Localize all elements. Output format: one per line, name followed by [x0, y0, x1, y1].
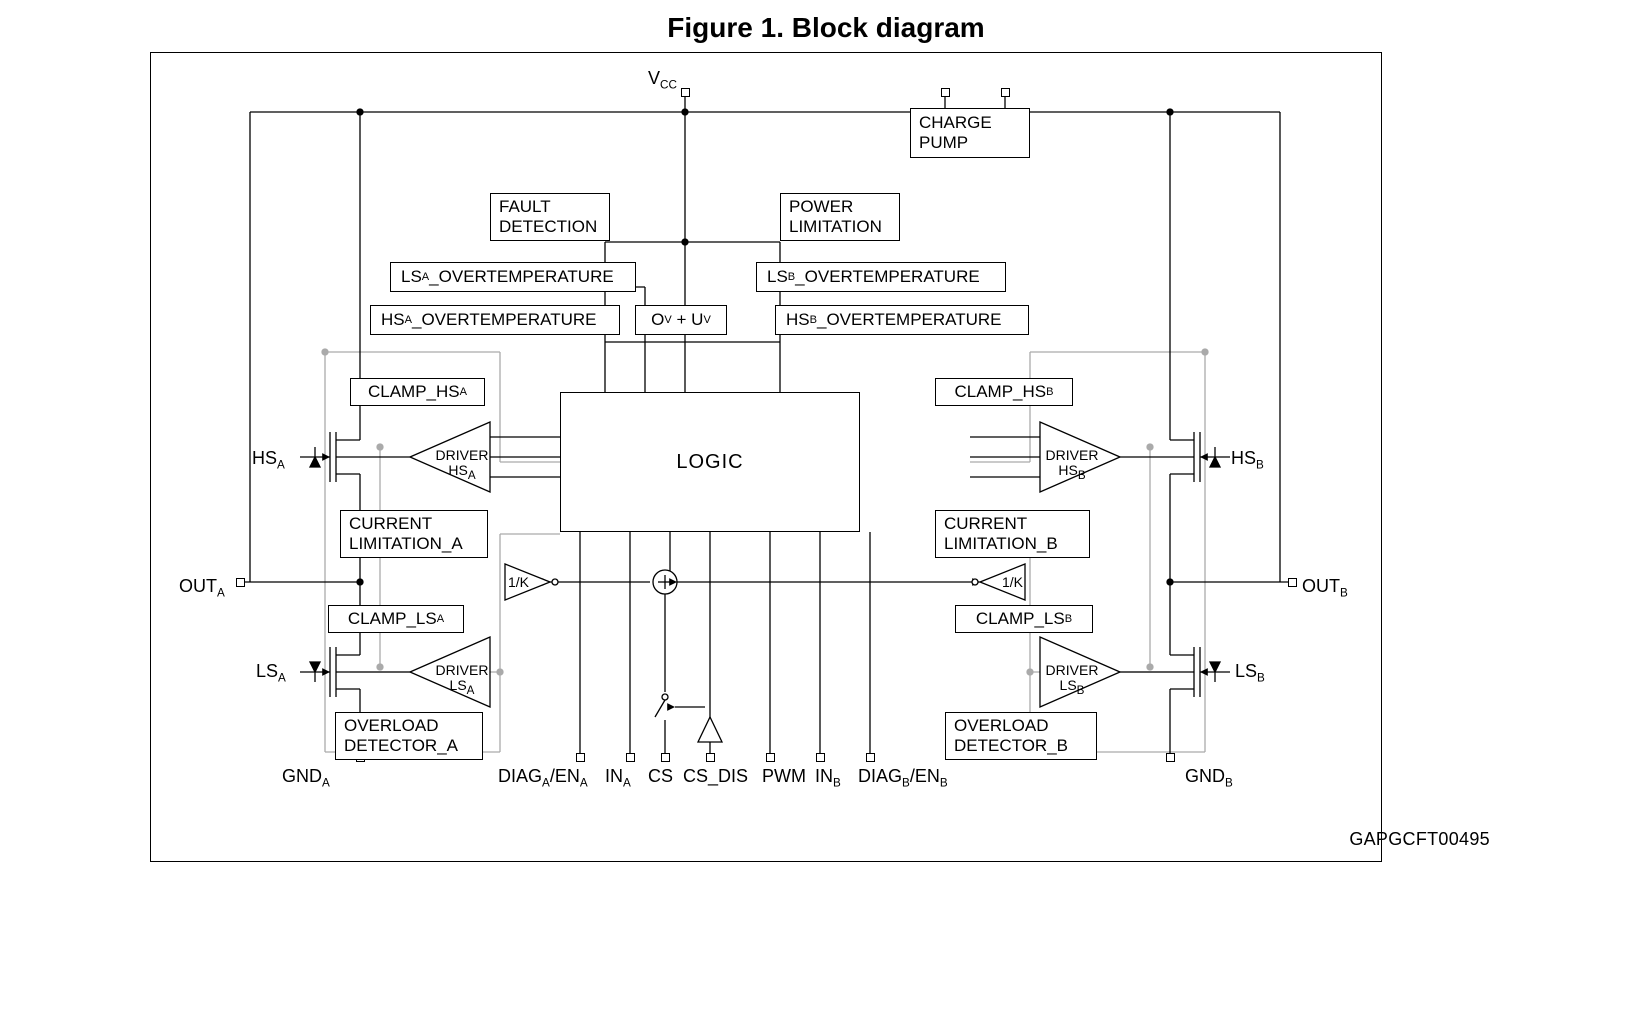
figure-title: Figure 1. Block diagram	[0, 12, 1652, 44]
pin-out-b	[1288, 578, 1297, 587]
block-logic: LOGIC	[560, 392, 860, 532]
lbl-cs-dis: CS_DIS	[683, 766, 748, 787]
lbl-in-a: INA	[605, 766, 631, 790]
block-lsb-ot: LSB_OVERTEMPERATURE	[756, 262, 1006, 292]
lbl-pwm: PWM	[762, 766, 806, 787]
lbl-hs-b: HSB	[1231, 448, 1264, 472]
block-ov-uv: OV + UV	[635, 305, 727, 335]
lbl-ls-b: LSB	[1235, 661, 1265, 685]
lbl-ls-a: LSA	[256, 661, 286, 685]
block-overload-a: OVERLOAD DETECTOR_A	[335, 712, 483, 760]
block-clamp-hsb: CLAMP_HSB	[935, 378, 1073, 406]
lbl-out-b: OUTB	[1302, 576, 1348, 600]
block-charge-pump: CHARGE PUMP	[910, 108, 1030, 158]
lbl-out-a: OUTA	[179, 576, 225, 600]
pin-in-a	[626, 753, 635, 762]
pin-in-b	[816, 753, 825, 762]
pin-cp1	[941, 88, 950, 97]
lbl-driver-hsa: DRIVER HSA	[432, 448, 492, 482]
block-overload-b: OVERLOAD DETECTOR_B	[945, 712, 1097, 760]
pin-cp2	[1001, 88, 1010, 97]
lbl-driver-hsb: DRIVER HSB	[1042, 448, 1102, 482]
block-power-limitation: POWER LIMITATION	[780, 193, 900, 241]
lbl-diag-a: DIAGA/ENA	[498, 766, 588, 790]
lbl-gnd-b: GNDB	[1185, 766, 1233, 790]
lbl-driver-lsa: DRIVER LSA	[432, 663, 492, 697]
block-fault-detection: FAULT DETECTION	[490, 193, 610, 241]
block-hsb-ot: HSB_OVERTEMPERATURE	[775, 305, 1029, 335]
pin-diag-b	[866, 753, 875, 762]
lbl-hs-a: HSA	[252, 448, 285, 472]
lbl-gnd-a: GNDA	[282, 766, 330, 790]
lbl-in-b: INB	[815, 766, 841, 790]
lbl-vcc: VCC	[648, 68, 677, 92]
lbl-gain-b: 1/K	[1002, 575, 1023, 590]
pin-gnd-b	[1166, 753, 1175, 762]
pin-pwm	[766, 753, 775, 762]
lbl-diag-b: DIAGB/ENB	[858, 766, 948, 790]
block-lsa-ot: LSA_OVERTEMPERATURE	[390, 262, 636, 292]
lbl-gain-a: 1/K	[508, 575, 529, 590]
block-cur-lim-b: CURRENT LIMITATION_B	[935, 510, 1090, 558]
pin-vcc	[681, 88, 690, 97]
block-clamp-hsa: CLAMP_HSA	[350, 378, 485, 406]
pin-out-a	[236, 578, 245, 587]
block-cur-lim-a: CURRENT LIMITATION_A	[340, 510, 488, 558]
block-hsa-ot: HSA_OVERTEMPERATURE	[370, 305, 620, 335]
pin-diag-a	[576, 753, 585, 762]
block-clamp-lsa: CLAMP_LSA	[328, 605, 464, 633]
pin-cs-dis	[706, 753, 715, 762]
lbl-cs: CS	[648, 766, 673, 787]
figure-code: GAPGCFT00495	[1349, 829, 1490, 850]
pin-cs	[661, 753, 670, 762]
block-clamp-lsb: CLAMP_LSB	[955, 605, 1093, 633]
lbl-driver-lsb: DRIVER LSB	[1042, 663, 1102, 697]
